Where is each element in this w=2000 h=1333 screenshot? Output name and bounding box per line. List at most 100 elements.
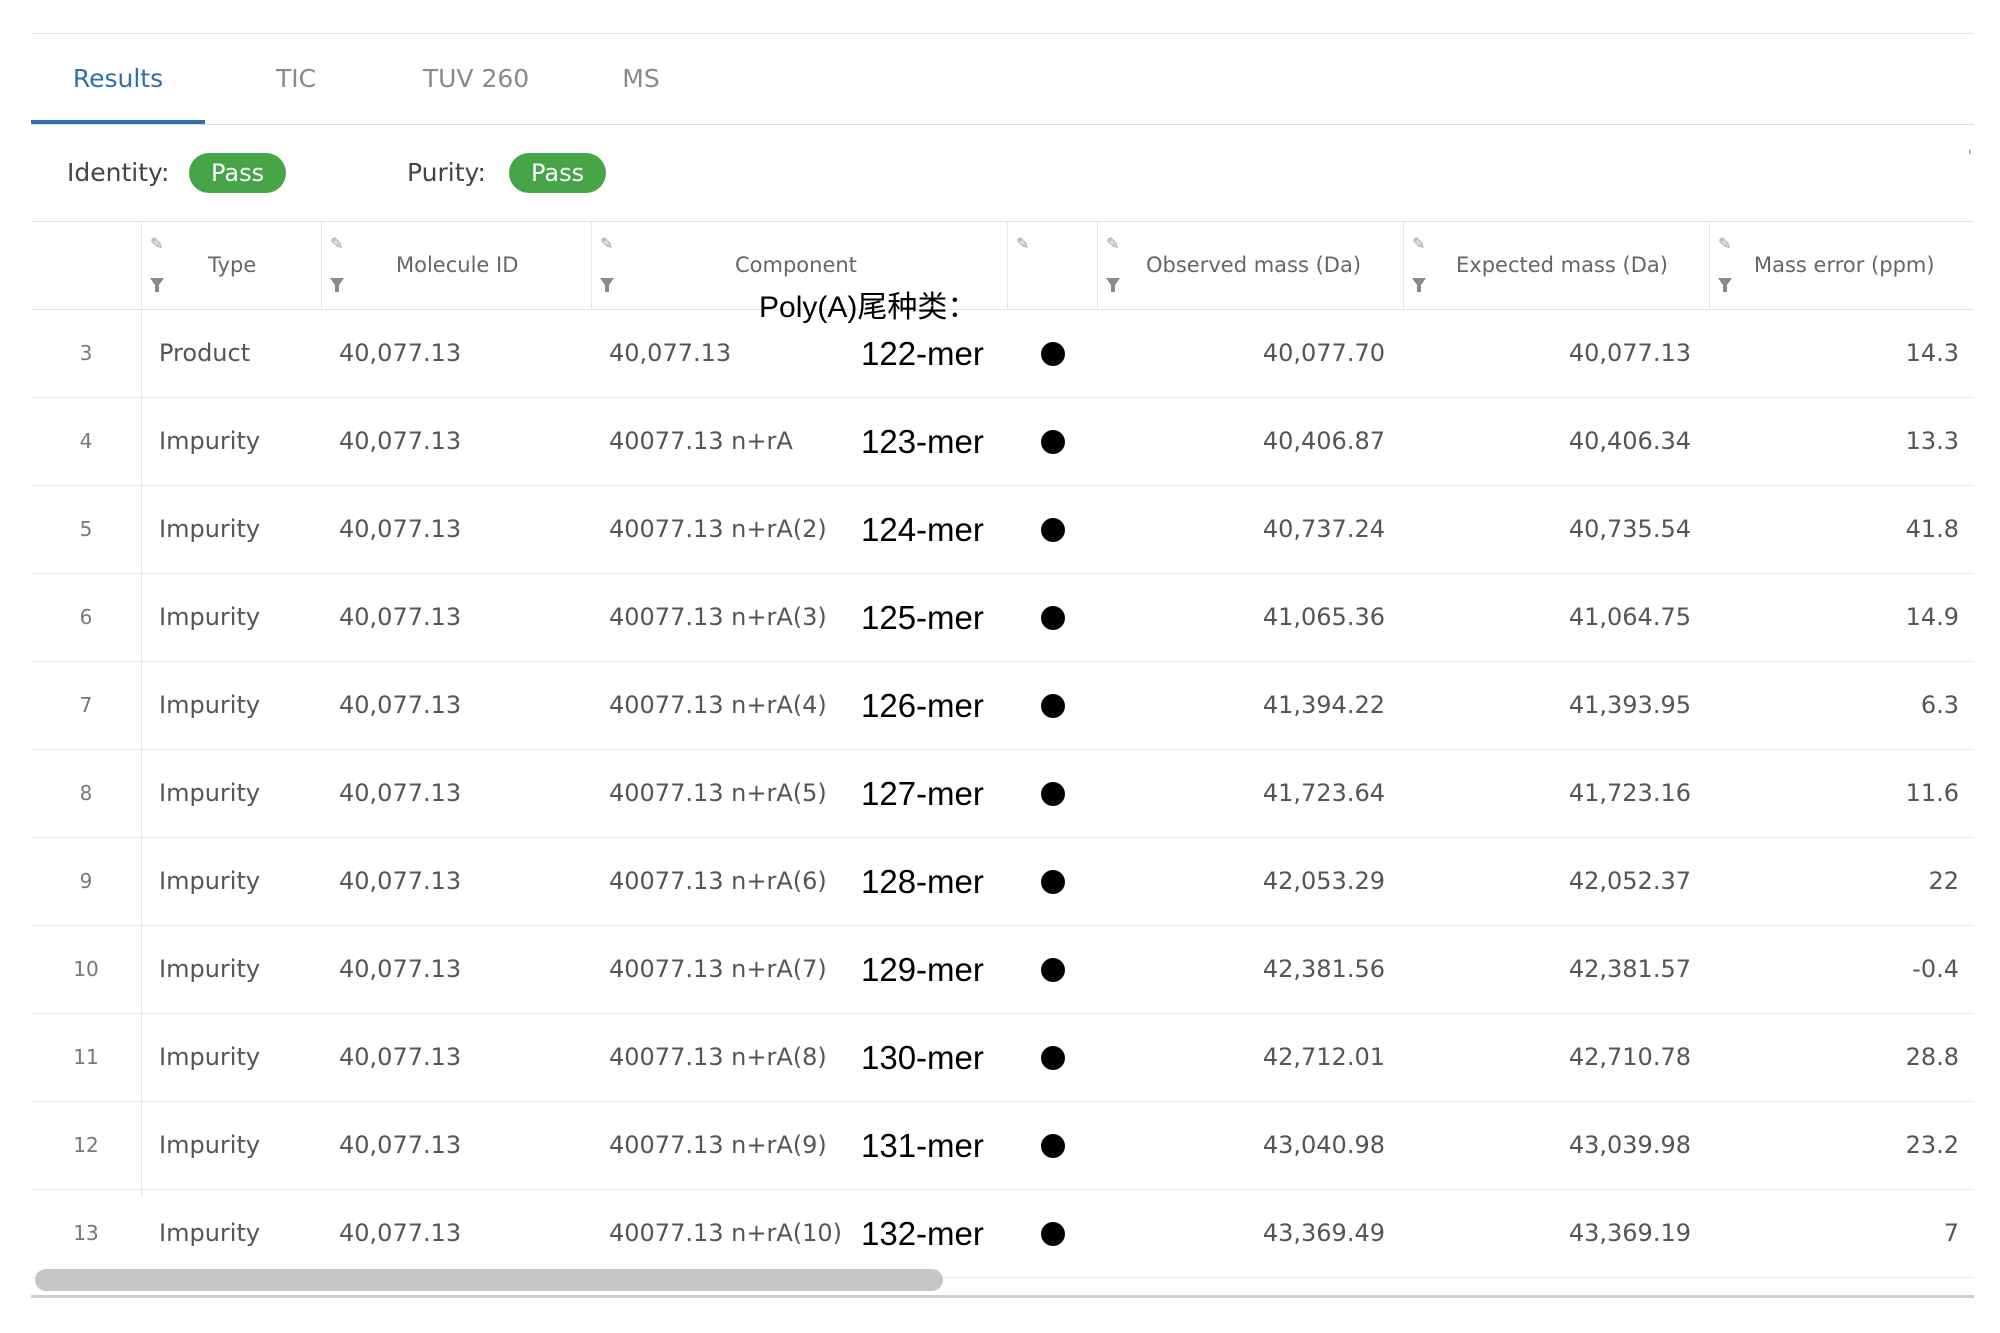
pin-icon[interactable]: ✎ (330, 234, 343, 253)
header-status[interactable]: ✎ (1007, 222, 1098, 309)
cell-molecule-id: 40,077.13 (339, 603, 462, 631)
cell-mass-error: -0.4 (1912, 955, 1959, 983)
table-row[interactable]: 11 Impurity 40,077.13 40077.13 n+rA(8) 130-m… (31, 1014, 1974, 1102)
status-dot-icon (1041, 1046, 1065, 1070)
status-dot-icon (1041, 1134, 1065, 1158)
results-table: ✎ Type ✎ Molecule ID ✎ Component ✎ ✎ Obs (31, 222, 1974, 1278)
header-molecule-id[interactable]: ✎ Molecule ID (321, 222, 592, 309)
column-divider (141, 222, 142, 1197)
filter-icon[interactable] (600, 278, 614, 292)
cell-poly-a-length: 124-mer (861, 511, 984, 548)
cell-poly-a-length: 125-mer (861, 599, 984, 636)
row-number: 12 (73, 1133, 99, 1157)
cell-mass-error: 23.2 (1905, 1131, 1959, 1159)
cell-expected-mass: 42,381.57 (1568, 955, 1691, 983)
table-row[interactable]: 3 Product 40,077.13 40,077.13 122-mer 40,077.… (31, 310, 1974, 398)
cell-component: 40077.13 n+rA(10) (609, 1219, 843, 1247)
table-body: 3 Product 40,077.13 40,077.13 122-mer 40,077.… (31, 310, 1974, 1278)
header-expected-mass[interactable]: ✎ Expected mass (Da) (1403, 222, 1710, 309)
tab-results[interactable]: Results (31, 34, 205, 124)
cell-mass-error: 7 (1943, 1219, 1959, 1247)
cell-type: Impurity (159, 603, 261, 631)
horizontal-scrollbar[interactable] (31, 1265, 1974, 1298)
row-number: 6 (79, 605, 93, 629)
row-number: 4 (79, 429, 93, 453)
cell-molecule-id: 40,077.13 (339, 955, 462, 983)
cell-mass-error: 22 (1928, 867, 1959, 895)
row-number: 11 (73, 1045, 99, 1069)
row-number: 10 (73, 957, 99, 981)
table-row[interactable]: 10 Impurity 40,077.13 40077.13 n+rA(7) 129-m… (31, 926, 1974, 1014)
cell-expected-mass: 40,077.13 (1568, 339, 1691, 367)
cell-component: 40077.13 n+rA(4) (609, 691, 827, 719)
table-row[interactable]: 6 Impurity 40,077.13 40077.13 n+rA(3) 125-me… (31, 574, 1974, 662)
filter-icon[interactable] (1718, 278, 1732, 292)
cell-observed-mass: 41,723.64 (1262, 779, 1385, 807)
cell-poly-a-length: 128-mer (861, 863, 984, 900)
identity-label: Identity: (67, 158, 170, 187)
scrollbar-thumb[interactable] (35, 1269, 943, 1291)
row-number: 9 (79, 869, 93, 893)
cell-observed-mass: 41,394.22 (1262, 691, 1385, 719)
table-row[interactable]: 7 Impurity 40,077.13 40077.13 n+rA(4) 126-me… (31, 662, 1974, 750)
tab-tuv-260[interactable]: TUV 260 (401, 34, 551, 124)
corner-tick: ˈ (1967, 147, 1972, 166)
filter-icon[interactable] (1106, 278, 1120, 292)
cell-molecule-id: 40,077.13 (339, 867, 462, 895)
cell-poly-a-length: 132-mer (861, 1215, 984, 1252)
pin-icon[interactable]: ✎ (1106, 234, 1119, 253)
cell-expected-mass: 42,052.37 (1568, 867, 1691, 895)
cell-poly-a-length: 122-mer (861, 335, 984, 372)
status-dot-icon (1041, 958, 1065, 982)
cell-component: 40077.13 n+rA(9) (609, 1131, 827, 1159)
cell-type: Impurity (159, 427, 261, 455)
cell-observed-mass: 43,040.98 (1262, 1131, 1385, 1159)
cell-component: 40077.13 n+rA(3) (609, 603, 827, 631)
row-number: 5 (79, 517, 93, 541)
filter-icon[interactable] (1412, 278, 1426, 292)
results-panel: Results TIC TUV 260 MS Identity: Pass Pu… (31, 33, 1974, 1304)
cell-component: 40077.13 n+rA (609, 427, 793, 455)
pin-icon[interactable]: ✎ (1016, 234, 1029, 253)
filter-icon[interactable] (150, 278, 164, 292)
cell-type: Impurity (159, 1131, 261, 1159)
header-type[interactable]: ✎ Type (141, 222, 322, 309)
header-mass-error[interactable]: ✎ Mass error (ppm) (1709, 222, 1975, 309)
pin-icon[interactable]: ✎ (1412, 234, 1425, 253)
cell-mass-error: 13.3 (1905, 427, 1959, 455)
tab-tic[interactable]: TIC (251, 34, 341, 124)
cell-poly-a-length: 131-mer (861, 1127, 984, 1164)
cell-observed-mass: 40,737.24 (1262, 515, 1385, 543)
tab-ms[interactable]: MS (601, 34, 681, 124)
cell-type: Impurity (159, 1219, 261, 1247)
cell-mass-error: 41.8 (1905, 515, 1959, 543)
pin-icon[interactable]: ✎ (1718, 234, 1731, 253)
cell-mass-error: 11.6 (1905, 779, 1959, 807)
status-dot-icon (1041, 342, 1065, 366)
table-row[interactable]: 9 Impurity 40,077.13 40077.13 n+rA(6) 128-me… (31, 838, 1974, 926)
purity-label: Purity: (407, 158, 486, 187)
header-row-number (31, 222, 141, 309)
header-observed-mass[interactable]: ✎ Observed mass (Da) (1097, 222, 1404, 309)
filter-icon[interactable] (330, 278, 344, 292)
identity-status-badge: Pass (189, 153, 287, 193)
cell-molecule-id: 40,077.13 (339, 515, 462, 543)
cell-molecule-id: 40,077.13 (339, 1219, 462, 1247)
pin-icon[interactable]: ✎ (600, 234, 613, 253)
cell-component: 40077.13 n+rA(2) (609, 515, 827, 543)
table-row[interactable]: 4 Impurity 40,077.13 40077.13 n+rA 123-mer 40… (31, 398, 1974, 486)
cell-type: Impurity (159, 779, 261, 807)
cell-type: Impurity (159, 515, 261, 543)
cell-poly-a-length: 127-mer (861, 775, 984, 812)
table-row[interactable]: 5 Impurity 40,077.13 40077.13 n+rA(2) 124-me… (31, 486, 1974, 574)
cell-type: Product (159, 339, 251, 367)
pin-icon[interactable]: ✎ (150, 234, 163, 253)
purity-status-badge: Pass (509, 153, 607, 193)
cell-expected-mass: 40,406.34 (1568, 427, 1691, 455)
tab-bar: Results TIC TUV 260 MS (31, 34, 1974, 125)
row-number: 13 (73, 1221, 99, 1245)
table-row[interactable]: 8 Impurity 40,077.13 40077.13 n+rA(5) 127-me… (31, 750, 1974, 838)
table-row[interactable]: 12 Impurity 40,077.13 40077.13 n+rA(9) 131-m… (31, 1102, 1974, 1190)
header-molecule-id-label: Molecule ID (396, 253, 519, 277)
cell-molecule-id: 40,077.13 (339, 779, 462, 807)
